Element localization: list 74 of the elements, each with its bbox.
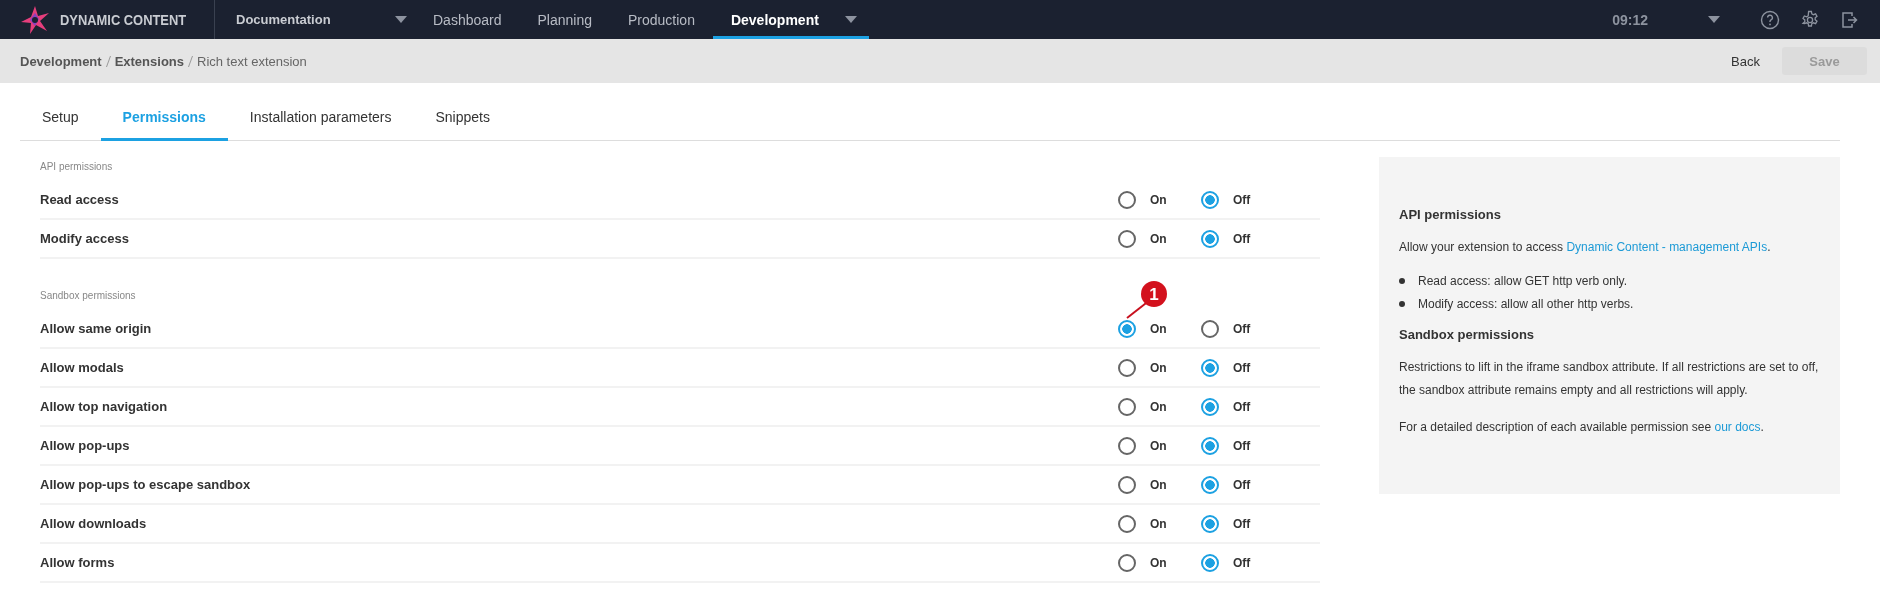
radio-button[interactable] [1201,229,1219,248]
radio-button[interactable] [1201,514,1219,533]
radio-label: On [1150,231,1167,246]
breadcrumb-item[interactable]: Extensions [114,53,184,69]
radio-button[interactable] [1201,319,1219,338]
help-paragraph: For a detailed description of each available permission see our docs. [1399,419,1765,436]
radio-button[interactable] [1201,190,1219,209]
radio-label: On [1150,360,1167,375]
radio-label: Off [1233,555,1251,570]
radio-button[interactable] [1118,190,1136,209]
radio-button[interactable] [1201,397,1219,416]
radio-button[interactable] [1118,553,1136,572]
caret-icon [395,16,407,23]
radio-button[interactable] [1201,553,1219,572]
permission-label: Allow modals [40,360,124,375]
radio-label: On [1150,399,1167,414]
breadcrumb-item[interactable]: Development [20,53,102,69]
breadcrumb-item: Rich text extension [197,53,307,69]
radio-button[interactable] [1118,475,1136,494]
back-button[interactable]: Back [1723,47,1768,75]
help-paragraph: Allow your extension to access Dynamic Content - management APIs. [1399,239,1772,256]
radio-label: Off [1233,360,1251,375]
section-heading: API permissions [40,161,113,174]
tab[interactable]: Setup [20,109,101,141]
radio-label: Off [1233,516,1251,531]
hub-selector[interactable]: Documentation [215,0,415,39]
radio-button[interactable] [1118,358,1136,377]
caret-icon [844,16,857,23]
radio-label: On [1150,516,1167,531]
settings-icon[interactable] [1800,9,1820,30]
radio-button[interactable] [1118,397,1136,416]
help-bullet: Read access: allow GET http verb only. [1418,273,1627,288]
tab[interactable]: Snippets [413,109,512,141]
radio-button[interactable] [1201,436,1219,455]
radio-label: On [1150,192,1167,207]
radio-button[interactable] [1201,358,1219,377]
radio-label: On [1150,438,1167,453]
time-label: 09:12 [1612,11,1648,28]
radio-button[interactable] [1118,514,1136,533]
radio-button[interactable] [1201,475,1219,494]
radio-button[interactable] [1118,436,1136,455]
radio-button[interactable] [1118,229,1136,248]
help-icon[interactable] [1760,9,1780,30]
permission-label: Read access [40,192,119,207]
help-bullet: Modify access: allow all other http verbs. [1418,296,1634,311]
radio-label: Off [1233,231,1251,246]
help-heading: Sandbox permissions [1399,327,1536,342]
help-heading: API permissions [1399,207,1502,222]
radio-label: Off [1233,321,1251,336]
tab[interactable]: Installation parameters [227,109,414,141]
nav-tab[interactable]: Planning [519,0,610,39]
radio-button[interactable] [1118,319,1136,338]
section-heading: Sandbox permissions [40,290,136,303]
radio-label: On [1150,477,1167,492]
radio-label: Off [1233,477,1251,492]
permission-label: Allow same origin [40,321,152,336]
radio-label: Off [1233,438,1251,453]
nav-tab[interactable]: Dashboard [415,0,520,39]
permission-label: Allow forms [40,555,115,570]
permission-label: Allow top navigation [40,399,168,414]
caret-icon[interactable] [1708,16,1720,23]
logo-icon [20,4,50,35]
radio-label: Off [1233,192,1251,207]
permission-label: Allow downloads [40,516,147,531]
radio-label: Off [1233,399,1251,414]
permission-label: Modify access [40,231,129,246]
nav-tab[interactable]: Production [610,0,713,39]
permission-label: Allow pop-ups to escape sandbox [40,477,251,492]
app-name: DYNAMIC CONTENT [60,11,187,28]
permission-label: Allow pop-ups [40,438,130,453]
radio-label: On [1150,321,1167,336]
radio-label: On [1150,555,1167,570]
logout-icon[interactable] [1840,9,1860,30]
help-paragraph: Restrictions to lift in the iframe sandbox attribute. If all restrictions are set to off, the sandbox attribute remains empty and all restrictions will apply. [1399,359,1820,399]
